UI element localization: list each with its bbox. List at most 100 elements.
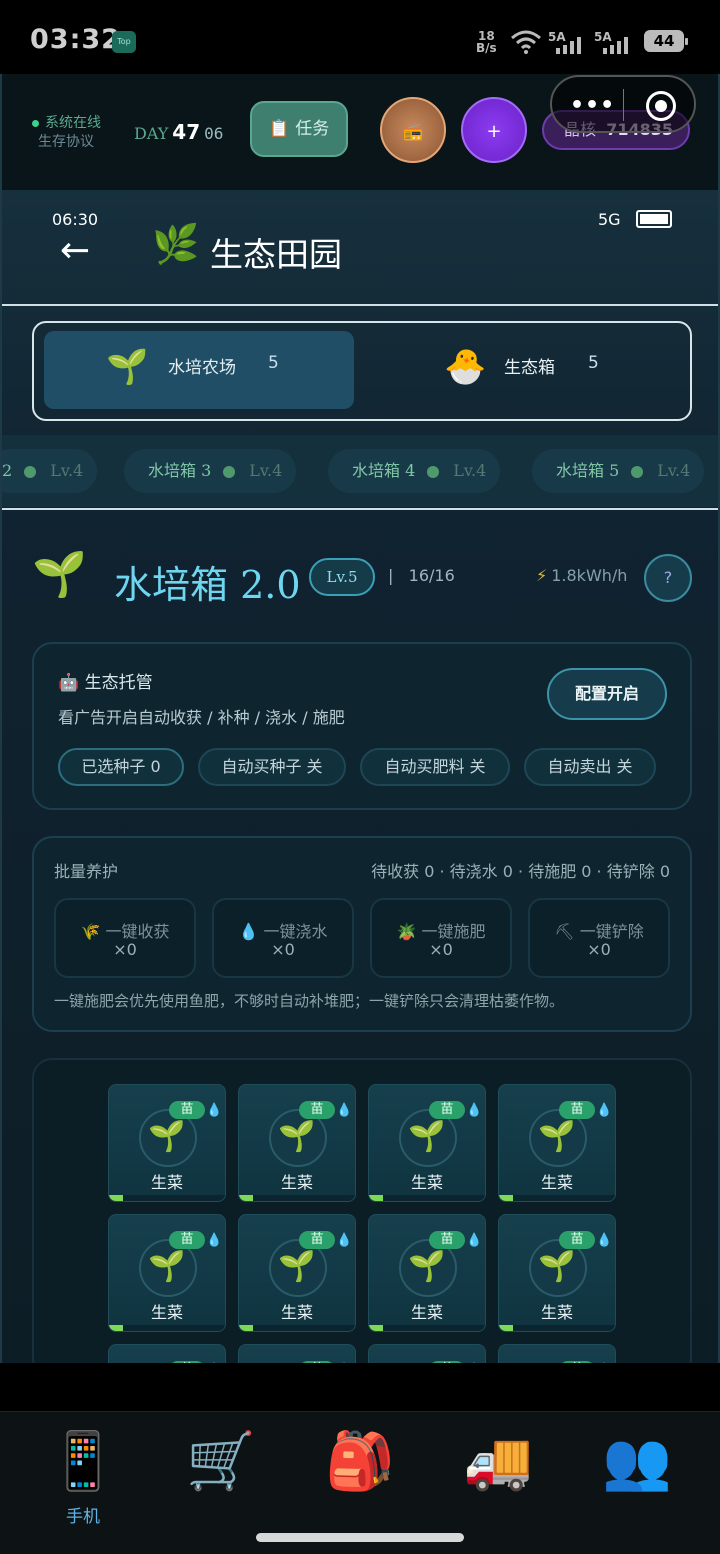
growth-progress-fill [109,1325,123,1331]
pick-icon: ⛏ [554,922,575,941]
bulk-stats: 待收获 0 · 待浇水 0 · 待施肥 0 · 待铲除 0 [371,862,670,881]
auto-buy-seeds-pill[interactable]: 自动买种子 关 [198,748,346,786]
segment-hydro-count: 5 [268,353,279,373]
divider [2,508,718,510]
nav-shop[interactable]: 🛒 [166,1430,276,1494]
fertilize-all-button[interactable]: 🪴 一键施肥 ×0 [370,898,512,978]
water-drop-icon: 💧 [596,1103,613,1118]
plot-tile[interactable]: 🌱苗💧生菜 [238,1084,356,1202]
plot-tile[interactable]: 🌱苗💧生菜 [498,1344,616,1363]
plot-tile[interactable]: 🌱苗💧生菜 [108,1344,226,1363]
crop-name: 生菜 [540,1303,573,1322]
more-icon[interactable]: ••• [570,93,615,118]
box-tab-2[interactable]: 2 Lv.4 [2,449,98,493]
growth-progress-fill [369,1325,383,1331]
segment-eco-count: 5 [588,353,599,373]
plot-tile[interactable]: 🌱苗💧生菜 [238,1344,356,1363]
box-title: 水培箱 2.0 [114,563,301,607]
battery-icon: 44 [644,30,688,52]
water-drop-icon: 💧 [466,1103,483,1118]
stage-badge: 苗 [299,1101,335,1119]
growth-progress-bar [369,1195,485,1201]
nav-backpack[interactable]: 🎒 [305,1430,415,1494]
add-button[interactable]: + [461,97,527,163]
phone-time: 06:30 [52,210,99,229]
divider [2,304,718,306]
wifi-icon [511,30,541,54]
seedling-icon: 🌱 [408,1249,446,1284]
auto-buy-fertilizer-pill[interactable]: 自动买肥料 关 [360,748,510,786]
seedling-icon: 🌱 [32,549,87,600]
growth-progress-bar [239,1195,355,1201]
shopping-cart-icon: 🛒 [186,1429,256,1494]
water-drop-icon: 💧 [596,1233,613,1248]
plot-tile[interactable]: 🌱苗💧生菜 [368,1214,486,1332]
crop-name: 生菜 [150,1173,183,1192]
people-icon: 👥 [602,1429,672,1494]
crop-name: 生菜 [410,1173,443,1192]
remove-all-button[interactable]: ⛏ 一键铲除 ×0 [528,898,670,978]
plot-tile[interactable]: 🌱苗💧 生菜 [108,1084,226,1202]
segment-hydro-farm[interactable]: 水培农场 [168,353,236,378]
bulk-care-card: 批量养护 待收获 0 · 待浇水 0 · 待施肥 0 · 待铲除 0 🌾 一键收… [32,836,692,1032]
growth-progress-fill [109,1195,123,1201]
box-tab-5[interactable]: 水培箱 5 Lv.4 [532,449,705,493]
growth-progress-fill [499,1325,513,1331]
config-enable-button[interactable]: 配置开启 [547,668,667,720]
seedling-icon: 🌱 [278,1249,316,1284]
box-tab-4[interactable]: 水培箱 4 Lv.4 [328,449,501,493]
plot-tile[interactable]: 🌱苗💧生菜 [368,1084,486,1202]
water-all-button[interactable]: 💧 一键浇水 ×0 [212,898,354,978]
online-dot-icon [32,119,39,127]
signal-bars-2-icon [603,36,628,54]
crop-name: 生菜 [280,1303,313,1322]
plot-tile[interactable]: 🌱苗💧生菜 [108,1214,226,1332]
lightning-icon: ⚡ [536,566,548,585]
capsule-divider [623,89,624,121]
seedling-icon: 🌱 [106,347,149,387]
box-tab-strip: 2 Lv.4 水培箱 3 Lv.4 水培箱 4 Lv.4 水培箱 5 Lv.4 [2,435,718,507]
level-dot-icon [24,465,37,478]
nav-phone[interactable]: 📱 手机 [28,1429,138,1528]
seedling-icon: 🌱 [538,1119,576,1154]
growth-progress-bar [499,1325,615,1331]
status-time: 03:32 [30,24,121,55]
level-dot-icon [631,465,644,478]
nav-friends[interactable]: 👥 [582,1430,692,1494]
crop-name: 生菜 [410,1303,443,1322]
help-button[interactable]: ? [644,554,692,602]
stage-badge: 苗 [429,1101,465,1119]
nav-delivery[interactable]: 🚚 [443,1430,553,1494]
plot-tile[interactable]: 🌱苗💧生菜 [238,1214,356,1332]
plot-tile[interactable]: 🌱苗💧生菜 [498,1214,616,1332]
plot-tile[interactable]: 🌱苗💧生菜 [498,1084,616,1202]
seedling-icon: 🌱 [148,1119,186,1154]
task-button[interactable]: 📋 任务 [250,101,348,157]
seedling-icon: 🌱 [278,1119,316,1154]
back-arrow-icon[interactable]: ← [60,230,90,271]
radio-icon: 📻 [403,122,423,141]
selected-seeds-pill[interactable]: 已选种子 0 [58,748,184,786]
miniprogram-capsule: ••• [550,75,696,133]
box-tab-3[interactable]: 水培箱 3 Lv.4 [124,449,297,493]
harvest-all-button[interactable]: 🌾 一键收获 ×0 [54,898,196,978]
crop-name: 生菜 [280,1173,313,1192]
plot-tile[interactable]: 🌱苗💧生菜 [368,1344,486,1363]
mobile-phone-icon: 📱 [48,1429,118,1494]
growth-progress-fill [239,1195,253,1201]
close-miniprogram-icon[interactable] [646,91,676,121]
crop-name: 生菜 [540,1173,573,1192]
system-status-bar: 03:32 Top 18 B/s 5A 5A 44 [0,0,720,74]
radio-button[interactable]: 📻 [380,97,446,163]
growth-progress-fill [499,1195,513,1201]
box-level-badge: Lv.5 [309,558,375,596]
growth-progress-bar [499,1195,615,1201]
bottom-spacer [0,1363,720,1411]
page-title: 生态田园 [210,235,342,274]
stage-badge: 苗 [169,1101,205,1119]
top-app-badge: Top [112,31,136,53]
wheat-icon: 🌾 [80,922,101,941]
segment-eco-box[interactable]: 生态箱 [504,353,555,378]
auto-sell-pill[interactable]: 自动卖出 关 [524,748,656,786]
water-drop-icon: 💧 [206,1103,223,1118]
